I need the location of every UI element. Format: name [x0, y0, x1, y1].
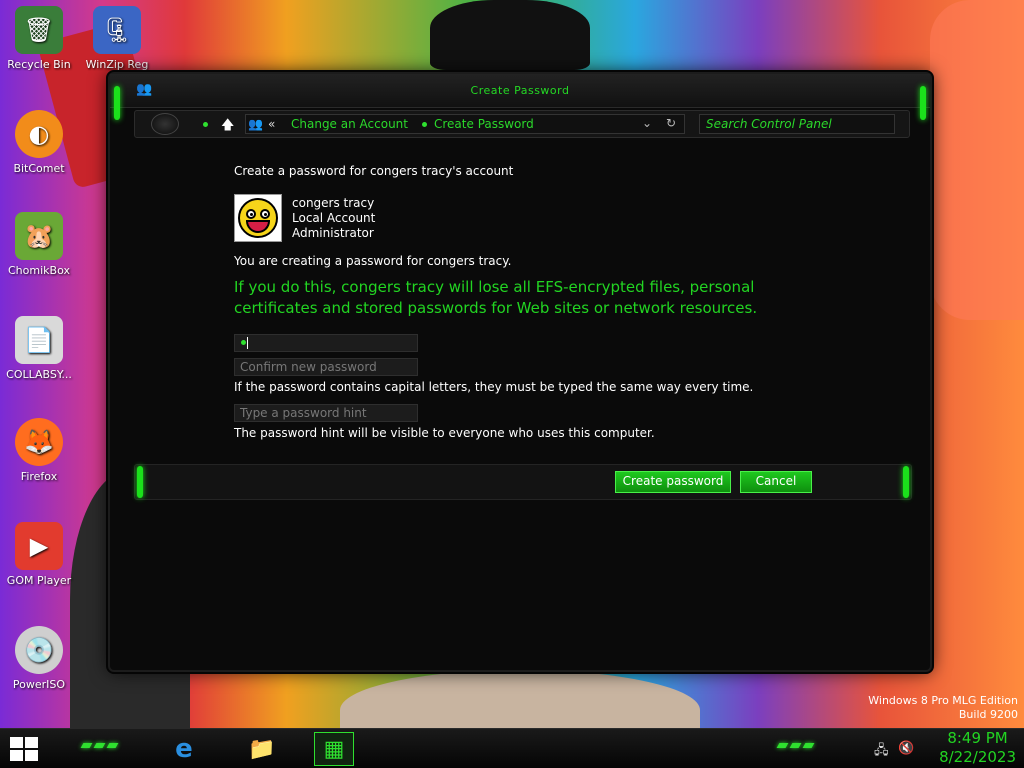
windows-logo-icon [10, 737, 23, 748]
desktop-icon-label: ChomikBox [8, 264, 70, 277]
window-title: Create Password [470, 84, 570, 97]
desktop-icon-bitcomet[interactable]: ◐ BitComet [4, 110, 74, 175]
watermark-build: Build 9200 [958, 708, 1018, 721]
smiley-eye-icon [260, 209, 270, 219]
system-clock[interactable]: 8:49 PM 8/22/2023 [939, 729, 1016, 767]
breadcrumb-overflow-icon[interactable]: « [268, 117, 275, 131]
account-info: congers tracy Local Account Administrato… [292, 196, 375, 241]
efs-warning: If you do this, congers tracy will lose … [234, 278, 758, 317]
up-arrow-icon[interactable]: 🡅 [221, 116, 234, 138]
windows-logo-icon [10, 750, 23, 761]
taskbar: e 📁 ▦ 🖧 🔇 8:49 PM 8/22/2023 [0, 728, 1024, 768]
poweriso-icon: 💿 [15, 626, 63, 674]
windows-logo-icon [25, 750, 38, 761]
watermark-edition: Windows 8 Pro MLG Edition [868, 694, 1018, 707]
background-hat [430, 0, 590, 70]
create-password-window: 👥 Create Password 🡅 👥 « Change an Accoun… [108, 72, 932, 672]
os-watermark: Windows 8 Pro MLG Edition Build 9200 [868, 694, 1018, 722]
desktop-icon-label: GOM Player [6, 574, 72, 587]
recycle-bin-icon: 🗑 [15, 6, 63, 54]
desktop-icon-label: COLLABSY... [6, 368, 72, 381]
network-disconnected-icon[interactable]: 🖧 [874, 741, 889, 763]
breadcrumb-change-account[interactable]: Change an Account [291, 117, 408, 131]
smiley-mouth-icon [246, 220, 270, 233]
clock-date: 8/22/2023 [939, 748, 1016, 766]
winzip-icon: 🗜 [93, 6, 141, 54]
desktop-icon-poweriso[interactable]: 💿 PowerISO [4, 626, 74, 691]
command-bar: Create password Cancel [134, 464, 912, 500]
window-titlebar[interactable]: 👥 Create Password [110, 74, 930, 108]
account-name: congers tracy [292, 196, 375, 210]
caps-note: If the password contains capital letters… [234, 380, 754, 394]
smiley-face-icon [238, 198, 278, 238]
page-title: Create a password for congers tracy's ac… [234, 164, 514, 178]
account-type: Local Account [292, 211, 376, 225]
background-figure-right [930, 0, 1024, 320]
creating-text: You are creating a password for congers … [234, 254, 512, 268]
new-password-field[interactable] [234, 334, 418, 352]
confirm-password-field[interactable]: Confirm new password [234, 358, 418, 376]
collabsy-icon: 📄 [15, 316, 63, 364]
firefox-icon: 🦊 [15, 418, 63, 466]
desktop-icon-collabsy[interactable]: 📄 COLLABSY... [4, 316, 74, 381]
desktop-icon-label: WinZip Reg [85, 58, 149, 71]
desktop-icon-winzip[interactable]: 🗜 WinZip Reg [82, 6, 152, 71]
desktop-icon-firefox[interactable]: 🦊 Firefox [4, 418, 74, 483]
frame-led-right-icon [920, 86, 926, 120]
password-hint-field[interactable]: Type a password hint [234, 404, 418, 422]
file-explorer-icon[interactable]: 📁 [242, 732, 282, 766]
desktop-icon-chomikbox[interactable]: 🐹 ChomikBox [4, 212, 74, 277]
text-caret [247, 337, 248, 349]
chomikbox-icon: 🐹 [15, 212, 63, 260]
background-face [340, 670, 700, 728]
taskbar-led-left-icon [80, 743, 122, 751]
account-role: Administrator [292, 226, 374, 240]
desktop-icon-recycle-bin[interactable]: 🗑 Recycle Bin [4, 6, 74, 71]
desktop-icon-label: Recycle Bin [7, 58, 71, 71]
breadcrumb-create-password[interactable]: Create Password [434, 117, 534, 131]
windows-logo-icon [25, 737, 38, 748]
gom-player-icon: ▶ [15, 522, 63, 570]
address-bar: 🡅 👥 « Change an Account Create Password … [134, 110, 910, 138]
avatar [234, 194, 282, 242]
hint-note: The password hint will be visible to eve… [234, 426, 655, 440]
desktop-icon-label: PowerISO [12, 678, 66, 691]
control-panel-icon[interactable]: ▦ [314, 732, 354, 766]
breadcrumb[interactable]: 👥 « Change an Account Create Password ⌄ … [245, 114, 685, 134]
desktop-icon-label: Firefox [20, 470, 58, 483]
smiley-eye-icon [246, 209, 256, 219]
cmdbar-led-right-icon [903, 466, 909, 498]
forward-button[interactable] [203, 122, 208, 127]
desktop-icon-label: BitComet [13, 162, 65, 175]
cancel-button[interactable]: Cancel [740, 471, 812, 493]
users-icon: 👥 [248, 117, 263, 131]
back-button[interactable] [151, 113, 179, 135]
cmdbar-led-left-icon [137, 466, 143, 498]
breadcrumb-separator-icon[interactable] [422, 122, 427, 127]
taskbar-led-right-icon [776, 743, 818, 751]
refresh-icon[interactable]: ↻ [666, 116, 676, 130]
internet-explorer-icon[interactable]: e [164, 732, 204, 766]
create-password-button[interactable]: Create password [615, 471, 731, 493]
volume-muted-icon[interactable]: 🔇 [898, 741, 914, 756]
clock-time: 8:49 PM [947, 729, 1008, 747]
bitcomet-icon: ◐ [15, 110, 63, 158]
desktop-icon-gom-player[interactable]: ▶ GOM Player [4, 522, 74, 587]
chevron-down-icon[interactable]: ⌄ [642, 116, 652, 130]
start-button[interactable] [10, 737, 40, 763]
focus-dot-icon [241, 340, 246, 345]
frame-led-left-icon [114, 86, 120, 120]
search-input[interactable]: Search Control Panel [699, 114, 895, 134]
